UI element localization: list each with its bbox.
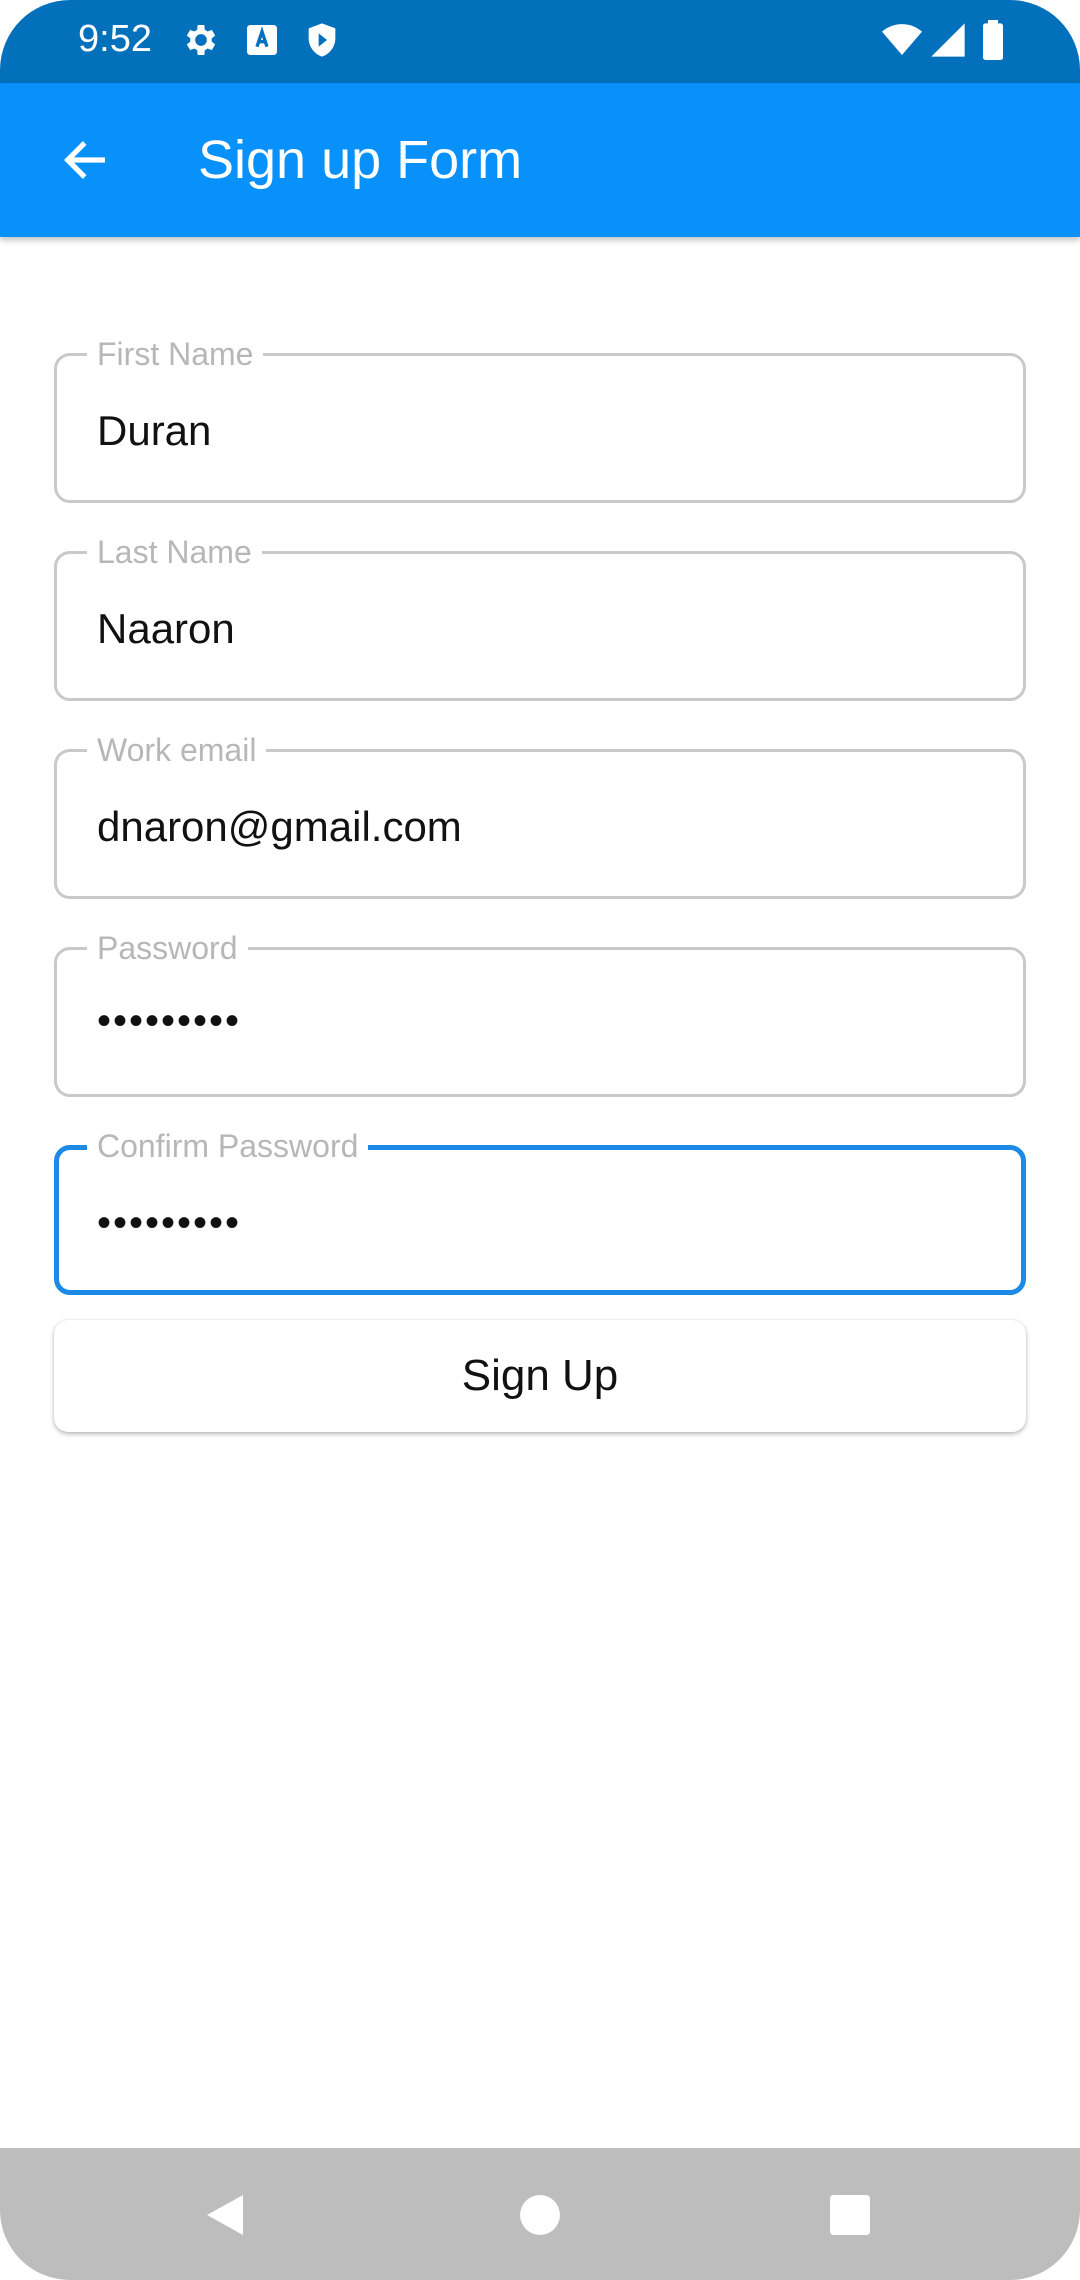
nav-recents-button[interactable] bbox=[815, 2180, 885, 2250]
app-bar: Sign up Form bbox=[0, 83, 1080, 237]
sign-up-button[interactable]: Sign Up bbox=[54, 1320, 1026, 1432]
confirm-password-value[interactable]: ••••••••• bbox=[97, 1198, 241, 1248]
password-label: Password bbox=[87, 928, 248, 968]
first-name-value[interactable]: Duran bbox=[97, 406, 211, 456]
password-value[interactable]: ••••••••• bbox=[97, 996, 241, 1046]
confirm-password-field[interactable]: Confirm Password ••••••••• bbox=[54, 1126, 1026, 1295]
work-email-label: Work email bbox=[87, 730, 267, 770]
back-triangle-icon bbox=[207, 2195, 243, 2235]
first-name-field[interactable]: First Name Duran bbox=[54, 334, 1026, 503]
work-email-field[interactable]: Work email dnaron@gmail.com bbox=[54, 730, 1026, 899]
wifi-icon bbox=[882, 24, 922, 55]
last-name-field[interactable]: Last Name Naaron bbox=[54, 532, 1026, 701]
recents-square-icon bbox=[830, 2195, 870, 2235]
page-title: Sign up Form bbox=[198, 130, 523, 190]
arrow-back-icon bbox=[63, 141, 105, 179]
home-circle-icon bbox=[520, 2195, 560, 2235]
nav-back-button[interactable] bbox=[190, 2180, 260, 2250]
navigation-bar bbox=[0, 2148, 1080, 2280]
last-name-label: Last Name bbox=[87, 532, 262, 572]
nav-home-button[interactable] bbox=[505, 2180, 575, 2250]
status-time: 9:52 bbox=[78, 18, 152, 60]
shield-play-icon bbox=[308, 23, 336, 57]
keyboard-a-icon bbox=[247, 25, 277, 55]
last-name-value[interactable]: Naaron bbox=[97, 604, 235, 654]
signal-icon bbox=[931, 23, 965, 57]
first-name-label: First Name bbox=[87, 334, 264, 374]
battery-icon bbox=[983, 20, 1003, 60]
work-email-value[interactable]: dnaron@gmail.com bbox=[97, 802, 462, 852]
back-button[interactable] bbox=[40, 115, 130, 205]
status-bar: 9:52 bbox=[0, 0, 1080, 83]
confirm-password-label: Confirm Password bbox=[87, 1126, 369, 1166]
settings-icon bbox=[186, 25, 216, 55]
password-field[interactable]: Password ••••••••• bbox=[54, 928, 1026, 1097]
